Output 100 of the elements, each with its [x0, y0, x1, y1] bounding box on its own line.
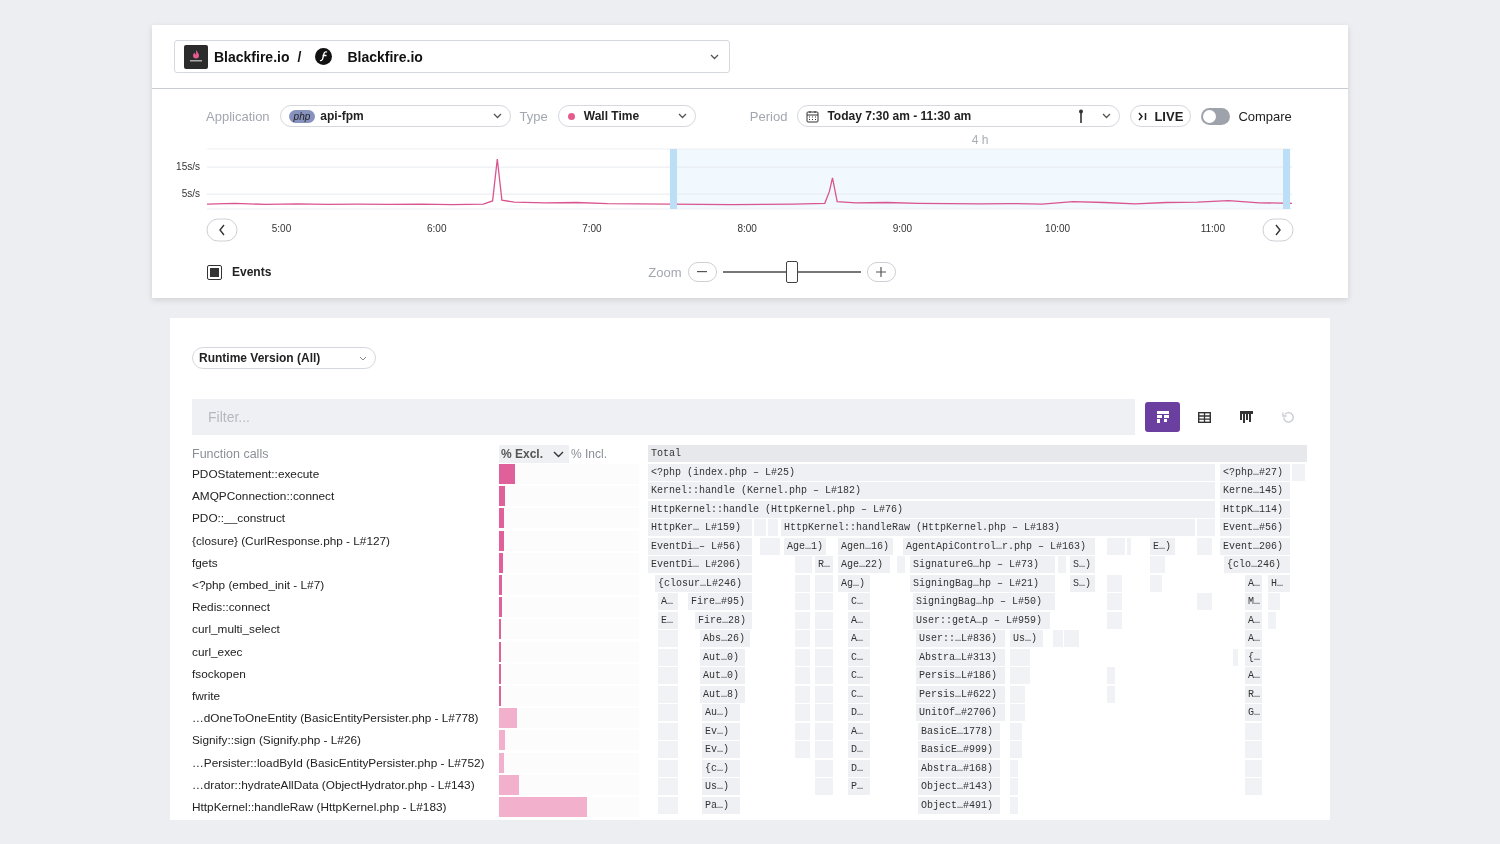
sort-header[interactable]: % Excl.	[499, 445, 569, 463]
function-name[interactable]: {closure} (CurlResponse.php - L#127)	[192, 533, 499, 548]
function-name[interactable]: curl_multi_select	[192, 622, 499, 637]
flame-frame[interactable]: User::…L#836)	[916, 630, 1005, 647]
flame-frame[interactable]: Fire…#95)	[688, 593, 752, 610]
flame-frame[interactable]: Persis…L#622)	[916, 685, 1005, 703]
flame-frame[interactable]: Abstra…L#313)	[916, 648, 1005, 666]
flame-frame[interactable]: SigningBag…hp – L#50)	[913, 593, 1055, 610]
flame-frame[interactable]: {closur…L#246)	[655, 574, 752, 592]
flame-frame[interactable]: Pa…)	[702, 796, 740, 814]
flame-frame[interactable]: BasicE…1778)	[918, 722, 1000, 740]
flame-frame[interactable]: Agen…16)	[838, 537, 893, 555]
flame-frame[interactable]: C…	[848, 685, 870, 703]
flame-frame[interactable]: Age…1)	[784, 537, 826, 555]
function-name[interactable]: Signify::sign (Signify.php - L#26)	[192, 733, 499, 748]
function-name[interactable]: AMQPConnection::connect	[192, 489, 499, 504]
zoom-slider-thumb[interactable]	[785, 261, 798, 283]
flame-frame[interactable]: SigningBag…hp – L#21)	[910, 574, 1055, 592]
flame-frame[interactable]: Abstra…#168)	[918, 759, 1000, 777]
flame-frame[interactable]: Persis…L#186)	[916, 667, 1005, 684]
project-selector[interactable]: Blackfire.io / Blackfire.io	[174, 40, 730, 73]
flame-frame[interactable]: Ag…)	[838, 574, 870, 592]
flame-frame[interactable]: D…	[848, 704, 870, 721]
flame-frame[interactable]: Abs…26)	[700, 630, 750, 647]
flame-frame[interactable]: Au…)	[702, 704, 740, 721]
function-name[interactable]: PDOStatement::execute	[192, 467, 499, 482]
function-name[interactable]: …dOneToOneEntity (BasicEntityPersister.php - L#778)	[192, 711, 499, 726]
flame-frame[interactable]: R…	[815, 556, 833, 573]
flame-frame[interactable]: HttpK…114)	[1220, 500, 1290, 518]
flame-frame[interactable]: A…	[848, 722, 870, 740]
function-name[interactable]: fgets	[192, 555, 499, 570]
flame-frame[interactable]: Event…206)	[1220, 537, 1290, 555]
function-name[interactable]: fsockopen	[192, 666, 499, 681]
flame-frame[interactable]: Fire…28)	[695, 611, 752, 629]
function-name[interactable]: curl_exec	[192, 644, 499, 659]
flame-frame[interactable]: Aut…0)	[700, 667, 745, 684]
flame-frame[interactable]: A…	[848, 611, 870, 629]
flame-frame[interactable]: D…	[848, 741, 870, 758]
flame-frame[interactable]: P…	[848, 778, 870, 795]
flame-frame[interactable]: C…	[848, 593, 870, 610]
zoom-in-button[interactable]	[866, 262, 896, 282]
live-button[interactable]: LIVE	[1130, 105, 1192, 127]
function-name[interactable]: HttpKernel::handleRaw (HttpKernel.php - L#183)	[192, 799, 499, 814]
flame-frame[interactable]: EventDi…– L#56)	[648, 537, 752, 555]
flame-frame[interactable]: Kerne…145)	[1220, 482, 1290, 499]
flame-frame[interactable]: S…)	[1070, 574, 1095, 592]
flame-frame[interactable]: HttpKernel::handleRaw (HttpKernel.php – L#183)	[781, 519, 1195, 536]
flame-frame[interactable]: Event…#56)	[1220, 519, 1290, 536]
flame-frame[interactable]: <?php…#27)	[1220, 463, 1290, 481]
flame-frame[interactable]: AgentApiControl…r.php – L#163)	[903, 537, 1095, 555]
flame-frame[interactable]: Aut…0)	[700, 648, 745, 666]
sort-header[interactable]: % Incl.	[569, 445, 609, 463]
flame-frame[interactable]: E…)	[1150, 537, 1175, 555]
flame-frame[interactable]: {c…)	[702, 759, 740, 777]
flame-frame[interactable]: Ev…)	[702, 722, 740, 740]
flame-frame[interactable]: C…	[848, 667, 870, 684]
flame-frame[interactable]	[1292, 463, 1305, 481]
flame-frame[interactable]: SignatureG…hp – L#73)	[910, 556, 1055, 573]
flame-frame[interactable]: Aut…8)	[700, 685, 745, 703]
next-button[interactable]	[1262, 218, 1294, 242]
flame-frame[interactable]: BasicE…#999)	[918, 741, 1000, 758]
flame-frame[interactable]: A…	[1245, 667, 1262, 684]
flame-frame[interactable]: Kernel::handle (Kernel.php – L#182)	[648, 482, 1215, 499]
flame-frame[interactable]: Us…)	[1010, 630, 1043, 647]
flame-frame[interactable]: S…)	[1070, 556, 1095, 573]
flame-frame[interactable]: {…	[1245, 648, 1262, 666]
function-name[interactable]: PDO::__construct	[192, 511, 499, 526]
flame-frame[interactable]: Object…#491)	[918, 796, 1000, 814]
flame-frame[interactable]: {clo…246)	[1224, 556, 1290, 573]
flame-frame[interactable]: Total	[648, 445, 1307, 462]
flame-frame[interactable]: R…	[1245, 685, 1262, 703]
flame-frame[interactable]: A…	[658, 593, 678, 610]
function-name[interactable]: Redis::connect	[192, 600, 499, 615]
flame-frame[interactable]: Object…#143)	[918, 778, 1000, 795]
flame-view-button[interactable]	[1145, 402, 1180, 432]
events-checkbox[interactable]	[207, 264, 222, 280]
flame-frame[interactable]: Us…)	[702, 778, 740, 795]
compare-toggle[interactable]	[1201, 107, 1231, 125]
flame-frame[interactable]: User::getA…p – L#959)	[913, 611, 1050, 629]
flame-frame[interactable]: HttpKernel::handle (HttpKernel.php – L#76)	[648, 500, 1215, 518]
flame-frame[interactable]: EventDi… L#206)	[648, 556, 752, 573]
flame-frame[interactable]: A…	[848, 630, 870, 647]
range-handle[interactable]	[669, 149, 677, 209]
flame-frame[interactable]: D…	[848, 759, 870, 777]
flame-frame[interactable]: M…	[1245, 593, 1262, 610]
flame-frame[interactable]: HttpKer… L#159)	[648, 519, 752, 536]
flame-frame[interactable]: A…	[1245, 574, 1262, 592]
function-name[interactable]: fwrite	[192, 688, 499, 703]
flame-frame[interactable]: C…	[848, 648, 870, 666]
flame-frame[interactable]: Ev…)	[702, 741, 740, 758]
flame-frame[interactable]: H…	[1268, 574, 1290, 592]
flame-frame[interactable]: <?php (index.php – L#25)	[648, 463, 1215, 481]
function-name[interactable]: …Persister::loadById (BasicEntityPersister.php - L#752)	[192, 755, 499, 770]
function-name[interactable]: <?php (embed_init - L#7)	[192, 578, 499, 593]
flame-frame[interactable]: G…	[1245, 704, 1262, 721]
flame-frame[interactable]: E…	[658, 611, 678, 629]
previous-button[interactable]	[206, 218, 238, 242]
filter-field[interactable]: Filter...	[192, 399, 1135, 435]
flame-frame[interactable]: UnitOf…#2706)	[916, 704, 1005, 721]
flame-frame[interactable]: A…	[1245, 630, 1262, 647]
